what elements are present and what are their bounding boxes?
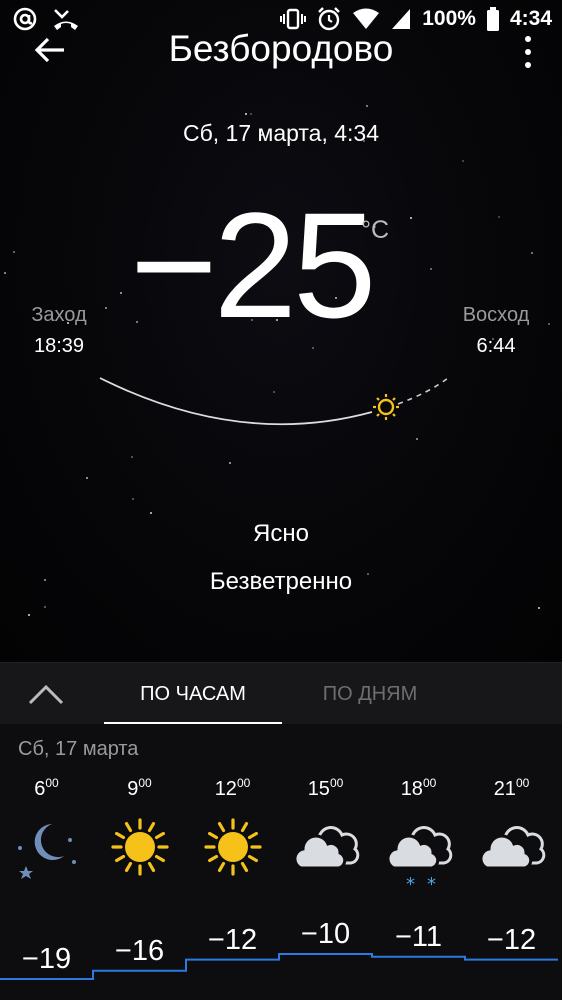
tab-hourly[interactable]: ПО ЧАСАМ [104, 663, 282, 725]
forecast-tabs: ПО ЧАСАМ ПО ДНЯМ [0, 662, 562, 725]
sun-path-arc [99, 377, 449, 426]
star [86, 477, 88, 479]
tab-daily[interactable]: ПО ДНЯМ [282, 663, 458, 725]
star [44, 606, 46, 608]
page-title: Безбородово [168, 28, 394, 69]
star [245, 113, 247, 115]
collapse-button[interactable] [26, 679, 66, 709]
temperature-step-line [0, 953, 558, 980]
star [28, 614, 30, 616]
temperature-unit: °C [361, 216, 390, 244]
more-vert-icon [525, 36, 531, 42]
sunset-label: Заход [31, 304, 87, 326]
chevron-up-icon [28, 684, 64, 705]
sun-position-icon [373, 394, 399, 420]
star [132, 498, 134, 500]
overflow-menu-button[interactable] [522, 36, 534, 68]
weather-condition: Ясно [253, 520, 309, 547]
star [131, 456, 133, 458]
temperature-graph [0, 953, 558, 980]
current-temperature: −25 [130, 181, 376, 349]
sunset-info: Заход 18:39 [28, 304, 90, 358]
wind-description: Безветренно [209, 568, 353, 595]
star [462, 160, 464, 162]
sunrise-info: Восход 6:44 [456, 304, 536, 358]
star [538, 607, 540, 609]
sunrise-time: 6:44 [476, 335, 516, 357]
star [366, 105, 368, 107]
sunset-time: 18:39 [33, 335, 85, 357]
current-datetime: Сб, 17 марта, 4:34 [182, 120, 380, 146]
weather-hero: 100% 4:34 Безбородово Сб, 17 марта, 4:34… [0, 0, 562, 662]
hourly-forecast: Сб, 17 марта 600 −19 900 −16 1200 −12 1500 −1… [0, 724, 562, 1000]
sunrise-label: Восход [462, 304, 530, 326]
star [150, 512, 152, 514]
star [250, 113, 252, 115]
star [229, 462, 231, 464]
